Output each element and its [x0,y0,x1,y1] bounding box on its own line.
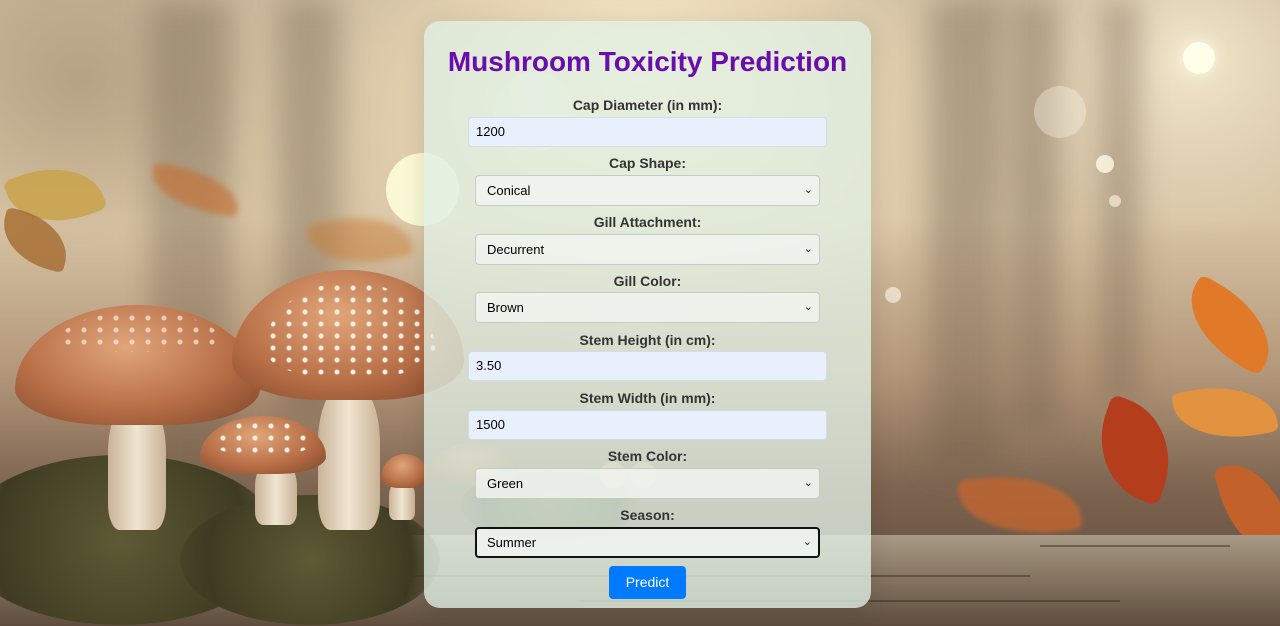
chevron-down-icon: ⌄ [803,301,813,313]
gill-attachment-value: Decurrent [487,242,545,257]
cap-shape-value: Conical [487,183,531,198]
stem-height-label: Stem Height (in cm): [579,332,716,348]
chevron-down-icon: ⌄ [803,477,813,489]
cap-diameter-label: Cap Diameter (in mm): [572,97,723,113]
page-title: Mushroom Toxicity Prediction [447,46,848,77]
stem-height-input[interactable]: 3.50 [468,351,827,381]
stem-color-label: Stem Color: [607,448,688,464]
gill-color-value: Brown [487,300,524,315]
chevron-down-icon: ⌄ [803,243,813,255]
cap-shape-label: Cap Shape: [608,155,686,171]
gill-attachment-select[interactable]: Decurrent ⌄ [475,234,820,265]
stem-width-label: Stem Width (in mm): [579,390,716,406]
stem-width-input[interactable]: 1500 [468,410,827,440]
season-select[interactable]: Summer ⌄ [475,527,820,558]
chevron-down-icon: ⌄ [802,536,812,548]
season-label: Season: [620,507,675,523]
predict-button[interactable]: Predict [609,566,686,599]
gill-attachment-label: Gill Attachment: [593,214,702,230]
gill-color-label: Gill Color: [613,273,682,289]
cap-shape-select[interactable]: Conical ⌄ [475,175,820,206]
cap-diameter-input[interactable]: 1200 [468,117,827,147]
prediction-form: Mushroom Toxicity Prediction Cap Diamete… [424,21,871,608]
stem-color-value: Green [487,476,524,491]
stem-color-select[interactable]: Green ⌄ [475,468,820,499]
chevron-down-icon: ⌄ [803,184,813,196]
gill-color-select[interactable]: Brown ⌄ [475,292,820,323]
season-value: Summer [487,535,537,550]
page: Mushroom Toxicity Prediction Cap Diamete… [0,0,1280,626]
